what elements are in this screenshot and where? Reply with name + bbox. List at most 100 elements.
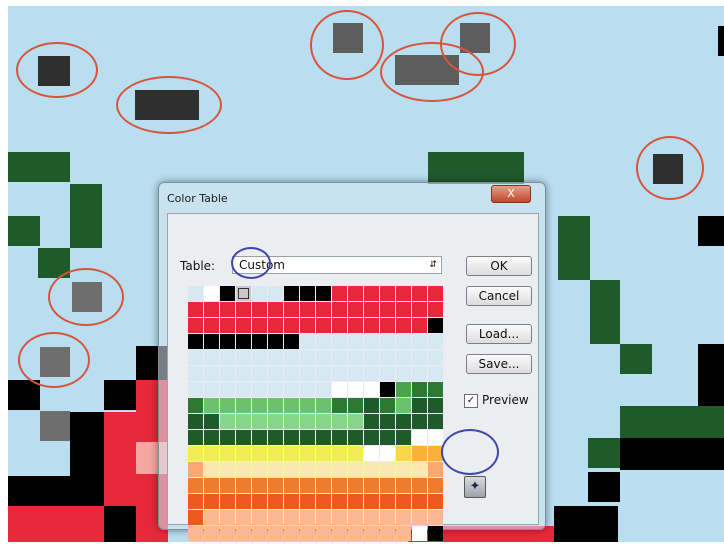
color-swatch[interactable]: [364, 494, 379, 509]
color-swatch[interactable]: [380, 318, 395, 333]
color-swatch[interactable]: [220, 318, 235, 333]
color-swatch[interactable]: [396, 446, 411, 461]
color-swatch[interactable]: [300, 446, 315, 461]
color-swatch[interactable]: [364, 302, 379, 317]
color-swatch[interactable]: [348, 414, 363, 429]
color-swatch[interactable]: [396, 286, 411, 301]
color-swatch[interactable]: [396, 398, 411, 413]
color-swatch[interactable]: [348, 350, 363, 365]
color-swatch[interactable]: [316, 318, 331, 333]
color-swatch[interactable]: [236, 398, 251, 413]
color-swatch[interactable]: [220, 446, 235, 461]
color-swatch[interactable]: [284, 462, 299, 477]
color-swatch[interactable]: [204, 526, 219, 541]
color-swatch[interactable]: [428, 334, 443, 349]
color-swatch[interactable]: [252, 350, 267, 365]
color-swatch[interactable]: [252, 462, 267, 477]
color-swatch[interactable]: [236, 446, 251, 461]
color-swatch[interactable]: [380, 462, 395, 477]
color-swatch[interactable]: [348, 526, 363, 541]
color-swatch[interactable]: [364, 430, 379, 445]
color-swatch[interactable]: [380, 526, 395, 541]
color-swatch[interactable]: [412, 398, 427, 413]
color-swatch[interactable]: [300, 510, 315, 525]
color-swatch[interactable]: [220, 478, 235, 493]
color-swatch[interactable]: [332, 334, 347, 349]
color-swatch[interactable]: [204, 398, 219, 413]
color-swatch[interactable]: [316, 510, 331, 525]
color-swatch[interactable]: [396, 478, 411, 493]
color-swatch[interactable]: [396, 334, 411, 349]
color-swatch[interactable]: [204, 478, 219, 493]
color-swatch[interactable]: [236, 430, 251, 445]
color-swatch[interactable]: [380, 334, 395, 349]
color-swatch[interactable]: [284, 446, 299, 461]
color-swatch[interactable]: [204, 510, 219, 525]
color-swatch[interactable]: [204, 366, 219, 381]
color-swatch[interactable]: [428, 318, 443, 333]
color-swatch[interactable]: [412, 334, 427, 349]
eyedropper-button[interactable]: ✦: [464, 476, 486, 498]
color-swatch[interactable]: [252, 286, 267, 301]
color-swatch[interactable]: [348, 398, 363, 413]
color-swatch[interactable]: [412, 494, 427, 509]
color-swatch[interactable]: [300, 350, 315, 365]
color-swatch[interactable]: [364, 286, 379, 301]
close-button[interactable]: X: [491, 185, 531, 203]
color-swatch[interactable]: [348, 286, 363, 301]
color-swatch[interactable]: [332, 510, 347, 525]
color-swatch[interactable]: [412, 526, 427, 541]
color-swatch[interactable]: [236, 414, 251, 429]
color-swatch[interactable]: [204, 318, 219, 333]
color-swatch[interactable]: [220, 526, 235, 541]
color-swatch[interactable]: [412, 430, 427, 445]
color-swatch[interactable]: [284, 430, 299, 445]
color-swatch[interactable]: [204, 430, 219, 445]
color-swatch[interactable]: [348, 462, 363, 477]
color-swatch[interactable]: [204, 382, 219, 397]
color-swatch[interactable]: [396, 318, 411, 333]
color-swatch[interactable]: [220, 414, 235, 429]
color-swatch[interactable]: [348, 510, 363, 525]
color-swatch[interactable]: [284, 526, 299, 541]
color-swatch[interactable]: [348, 446, 363, 461]
color-swatch[interactable]: [220, 510, 235, 525]
color-swatch[interactable]: [412, 446, 427, 461]
color-swatch[interactable]: [236, 462, 251, 477]
color-swatch[interactable]: [316, 334, 331, 349]
color-swatch[interactable]: [188, 526, 203, 541]
color-swatch[interactable]: [396, 366, 411, 381]
color-swatch[interactable]: [284, 510, 299, 525]
color-swatch[interactable]: [412, 302, 427, 317]
color-swatch[interactable]: [380, 414, 395, 429]
color-swatch[interactable]: [236, 286, 251, 301]
color-swatch[interactable]: [316, 286, 331, 301]
dialog-titlebar[interactable]: Color Table X: [159, 183, 545, 211]
color-swatch[interactable]: [220, 430, 235, 445]
color-swatch[interactable]: [396, 526, 411, 541]
color-swatch[interactable]: [332, 414, 347, 429]
color-swatch[interactable]: [300, 382, 315, 397]
color-swatch[interactable]: [188, 302, 203, 317]
color-swatch[interactable]: [380, 302, 395, 317]
color-swatch[interactable]: [428, 302, 443, 317]
color-swatch[interactable]: [380, 510, 395, 525]
color-swatch[interactable]: [428, 430, 443, 445]
color-swatch[interactable]: [364, 318, 379, 333]
color-swatch[interactable]: [252, 318, 267, 333]
color-swatch[interactable]: [300, 334, 315, 349]
color-swatch[interactable]: [300, 462, 315, 477]
color-swatch[interactable]: [236, 334, 251, 349]
color-swatch[interactable]: [332, 286, 347, 301]
color-swatch[interactable]: [188, 462, 203, 477]
color-swatch[interactable]: [300, 398, 315, 413]
color-swatch[interactable]: [220, 286, 235, 301]
color-swatch[interactable]: [348, 382, 363, 397]
color-swatch[interactable]: [284, 382, 299, 397]
color-swatch[interactable]: [428, 526, 443, 541]
color-swatch[interactable]: [332, 526, 347, 541]
color-swatch[interactable]: [252, 414, 267, 429]
color-swatch[interactable]: [412, 318, 427, 333]
color-swatch[interactable]: [332, 398, 347, 413]
color-swatch[interactable]: [364, 382, 379, 397]
